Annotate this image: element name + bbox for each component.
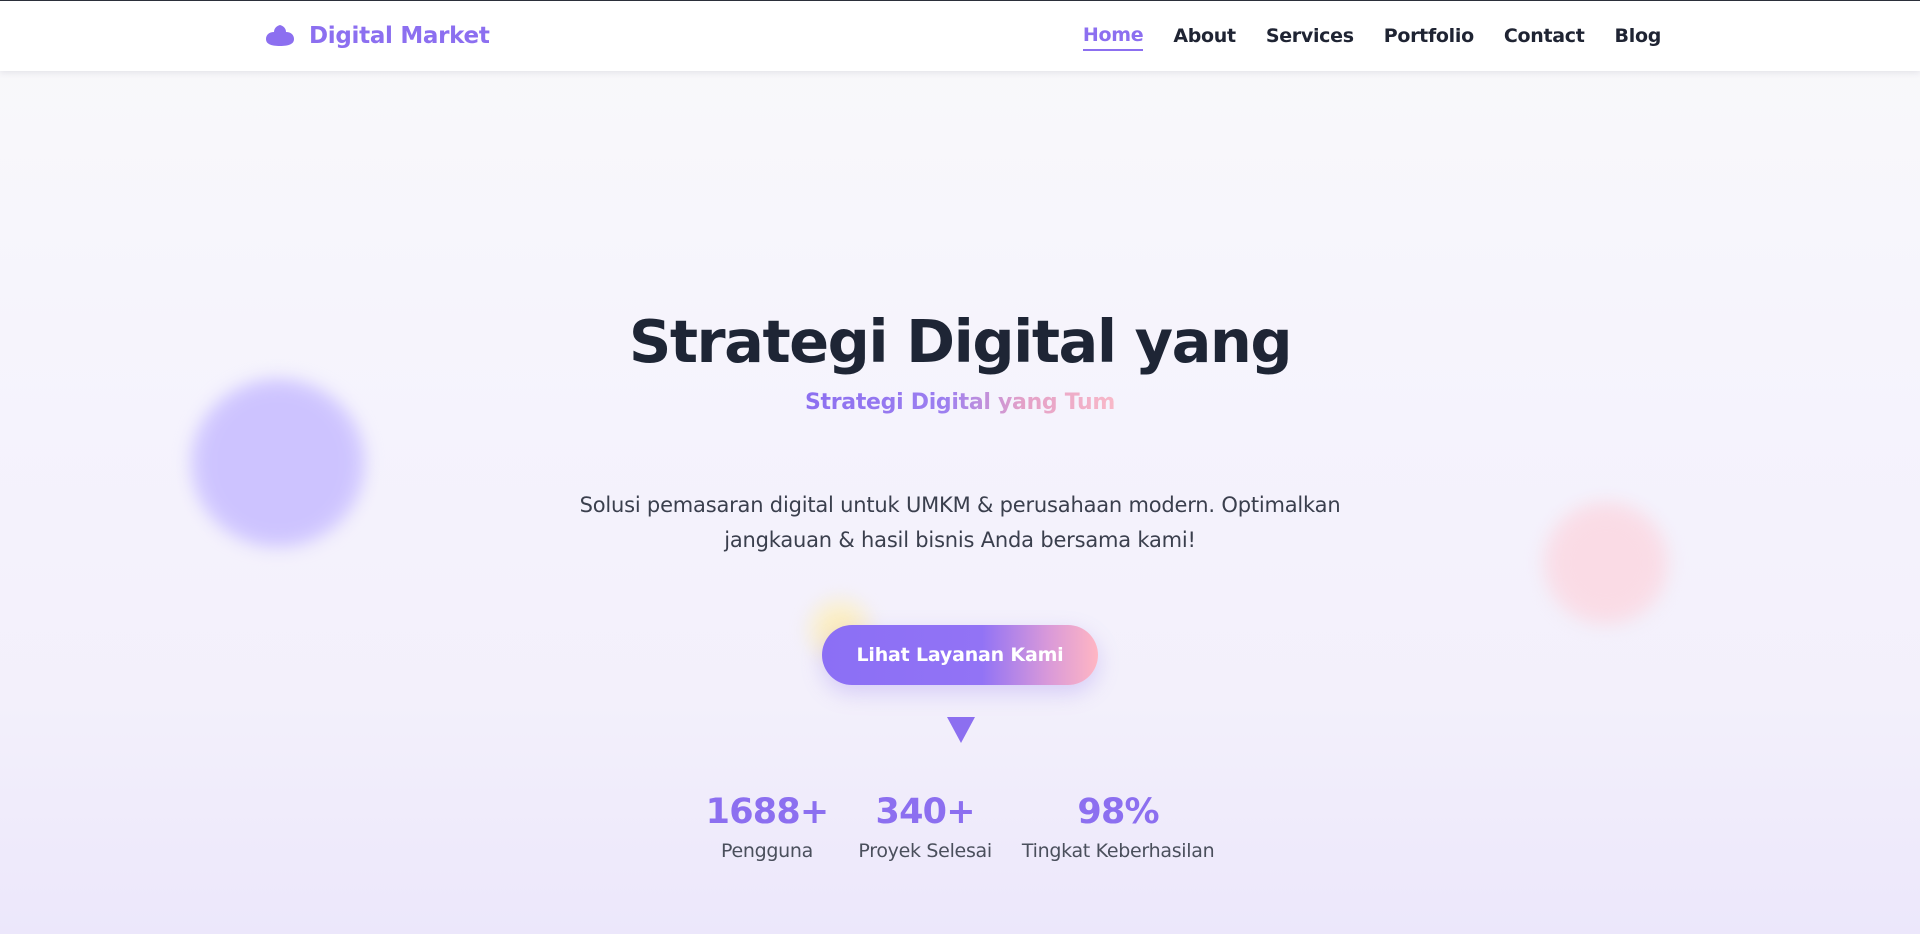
stats-section: 1688+ Pengguna 340+ Proyek Selesai 98% T… (0, 790, 1920, 866)
site-header: Digital Market Home About Services Portf… (0, 0, 1920, 71)
cloud-blob-icon (266, 25, 294, 46)
stat-value: 98% (1077, 792, 1159, 832)
stat-users: 1688+ Pengguna (705, 790, 830, 866)
stat-success-rate: 98% Tingkat Keberhasilan (1021, 790, 1215, 866)
nav-link-about[interactable]: About (1173, 25, 1236, 50)
nav-link-blog[interactable]: Blog (1615, 25, 1662, 50)
brand-name: Digital Market (309, 23, 490, 49)
nav-link-home[interactable]: Home (1082, 24, 1144, 51)
triangle-down-icon[interactable] (945, 715, 977, 745)
hero-subtitle: Strategi Digital yang Tum (0, 388, 1920, 419)
nav-link-services[interactable]: Services (1266, 25, 1354, 50)
stat-value: 1688+ (705, 792, 830, 832)
stat-value: 340+ (875, 792, 976, 832)
hero-subtitle-text: Strategi Digital yang Tum (804, 390, 1116, 415)
nav-link-contact[interactable]: Contact (1504, 25, 1585, 50)
stat-projects: 340+ Proyek Selesai (858, 790, 992, 866)
main-nav: Home About Services Portfolio Contact Bl… (1082, 21, 1662, 53)
stat-label: Tingkat Keberhasilan (1021, 840, 1215, 862)
decorative-pink-blob (1542, 500, 1670, 626)
stat-label: Pengguna (721, 840, 814, 862)
hero-description: Solusi pemasaran digital untuk UMKM & pe… (579, 493, 1341, 552)
stat-label: Proyek Selesai (858, 840, 992, 862)
hero-title: Strategi Digital yang (628, 307, 1293, 376)
view-services-button[interactable]: Lihat Layanan Kami (822, 625, 1098, 685)
landing-page: Digital Market Home About Services Portf… (0, 0, 1920, 934)
nav-link-portfolio[interactable]: Portfolio (1384, 25, 1474, 50)
brand-logo-link[interactable]: Digital Market (265, 19, 490, 53)
